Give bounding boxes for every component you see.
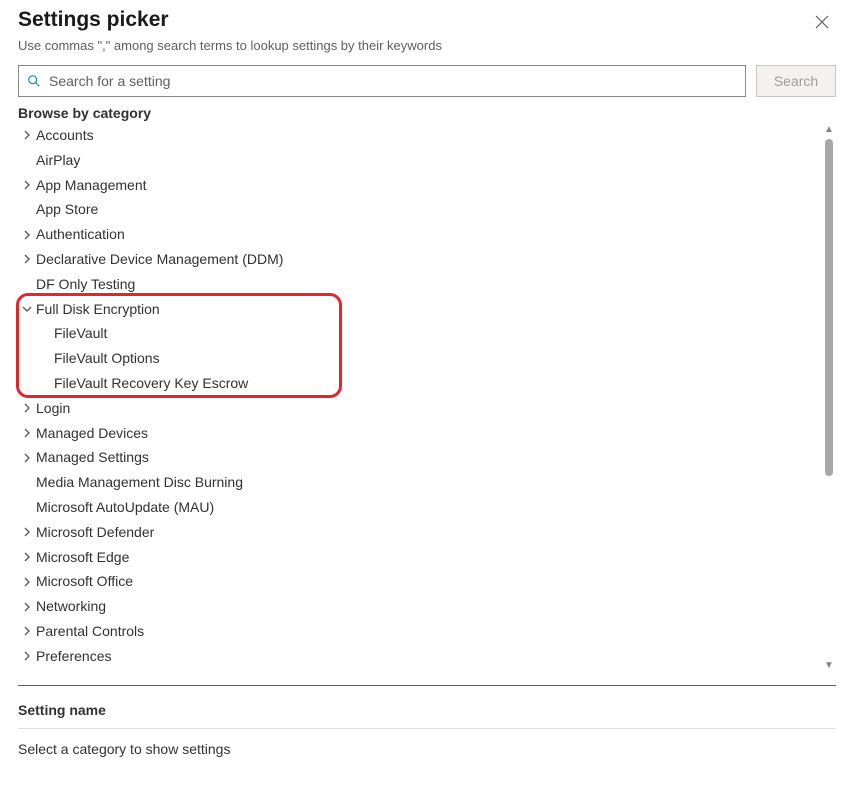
category-node[interactable]: Microsoft Office bbox=[18, 569, 818, 594]
category-node[interactable]: Networking bbox=[18, 594, 818, 619]
scroll-down-arrow-icon[interactable]: ▼ bbox=[824, 659, 834, 673]
category-node[interactable]: DF Only Testing bbox=[18, 272, 818, 297]
chevron-right-icon bbox=[18, 428, 36, 438]
panel-subtitle: Use commas "," among search terms to loo… bbox=[18, 38, 836, 53]
search-box[interactable] bbox=[18, 65, 746, 97]
search-icon bbox=[27, 74, 41, 88]
chevron-right-icon bbox=[18, 254, 36, 264]
chevron-right-icon bbox=[18, 453, 36, 463]
chevron-right-icon bbox=[18, 651, 36, 661]
category-label: Login bbox=[36, 400, 70, 417]
category-node[interactable]: Login bbox=[18, 396, 818, 421]
subcategory-label: FileVault bbox=[54, 325, 107, 342]
chevron-right-icon bbox=[18, 527, 36, 537]
category-children: FileVault FileVault Options FileVault Reco… bbox=[18, 321, 818, 395]
scrollbar[interactable]: ▲ ▼ bbox=[822, 123, 836, 673]
chevron-right-icon bbox=[18, 230, 36, 240]
chevron-down-icon bbox=[18, 304, 36, 314]
category-label: Microsoft Office bbox=[36, 573, 133, 590]
search-button[interactable]: Search bbox=[756, 65, 836, 97]
category-node[interactable]: Preferences bbox=[18, 644, 818, 669]
category-node[interactable]: Full Disk Encryption bbox=[18, 297, 818, 322]
category-node[interactable]: Declarative Device Management (DDM) bbox=[18, 247, 818, 272]
category-tree-container: Accounts AirPlay App Management App Store Au… bbox=[18, 123, 836, 673]
category-label: Microsoft Defender bbox=[36, 524, 154, 541]
category-label: Networking bbox=[36, 598, 106, 615]
category-node[interactable]: Microsoft Edge bbox=[18, 545, 818, 570]
subcategory-label: FileVault Options bbox=[54, 350, 160, 367]
category-label: Microsoft AutoUpdate (MAU) bbox=[36, 499, 214, 516]
subcategory-node[interactable]: FileVault Recovery Key Escrow bbox=[36, 371, 818, 396]
category-node[interactable]: Microsoft Defender bbox=[18, 520, 818, 545]
settings-picker-panel: Settings picker Use commas "," among sea… bbox=[0, 0, 854, 792]
category-label: Microsoft Edge bbox=[36, 549, 129, 566]
category-label: DF Only Testing bbox=[36, 276, 135, 293]
category-label: Parental Controls bbox=[36, 623, 144, 640]
setting-name-placeholder: Select a category to show settings bbox=[18, 729, 836, 769]
subcategory-node[interactable]: FileVault bbox=[36, 321, 818, 346]
chevron-right-icon bbox=[18, 602, 36, 612]
category-node[interactable]: AirPlay bbox=[18, 148, 818, 173]
chevron-right-icon bbox=[18, 403, 36, 413]
close-button[interactable] bbox=[808, 8, 836, 36]
category-node[interactable]: Managed Settings bbox=[18, 445, 818, 470]
category-node[interactable]: Managed Devices bbox=[18, 421, 818, 446]
category-label: Full Disk Encryption bbox=[36, 301, 160, 318]
browse-by-category-label: Browse by category bbox=[18, 105, 836, 121]
category-node[interactable]: App Store bbox=[18, 197, 818, 222]
category-node[interactable]: Media Management Disc Burning bbox=[18, 470, 818, 495]
category-node[interactable]: Parental Controls bbox=[18, 619, 818, 644]
category-label: App Management bbox=[36, 177, 147, 194]
chevron-right-icon bbox=[18, 130, 36, 140]
chevron-right-icon bbox=[18, 577, 36, 587]
category-label: Media Management Disc Burning bbox=[36, 474, 243, 491]
category-tree: Accounts AirPlay App Management App Store Au… bbox=[18, 123, 818, 669]
category-label: Authentication bbox=[36, 226, 125, 243]
scroll-up-arrow-icon[interactable]: ▲ bbox=[824, 123, 834, 137]
category-label: Managed Devices bbox=[36, 425, 148, 442]
category-node[interactable]: Authentication bbox=[18, 222, 818, 247]
category-label: Managed Settings bbox=[36, 449, 149, 466]
category-node[interactable]: Microsoft AutoUpdate (MAU) bbox=[18, 495, 818, 520]
category-node[interactable]: Accounts bbox=[18, 123, 818, 148]
search-input[interactable] bbox=[47, 72, 737, 90]
panel-title: Settings picker bbox=[18, 8, 169, 32]
category-label: App Store bbox=[36, 201, 98, 218]
chevron-right-icon bbox=[18, 552, 36, 562]
search-row: Search bbox=[18, 65, 836, 97]
category-label: Declarative Device Management (DDM) bbox=[36, 251, 283, 268]
subcategory-node[interactable]: FileVault Options bbox=[36, 346, 818, 371]
category-node[interactable]: App Management bbox=[18, 173, 818, 198]
chevron-right-icon bbox=[18, 180, 36, 190]
chevron-right-icon bbox=[18, 626, 36, 636]
header-row: Settings picker bbox=[18, 8, 836, 36]
setting-name-heading: Setting name bbox=[18, 686, 836, 729]
scroll-thumb[interactable] bbox=[825, 139, 833, 476]
close-icon bbox=[815, 15, 829, 29]
category-label: AirPlay bbox=[36, 152, 80, 169]
category-label: Accounts bbox=[36, 127, 94, 144]
scroll-track[interactable] bbox=[825, 139, 833, 657]
category-label: Preferences bbox=[36, 648, 111, 665]
subcategory-label: FileVault Recovery Key Escrow bbox=[54, 375, 248, 392]
category-tree-scroll[interactable]: Accounts AirPlay App Management App Store Au… bbox=[18, 123, 836, 673]
